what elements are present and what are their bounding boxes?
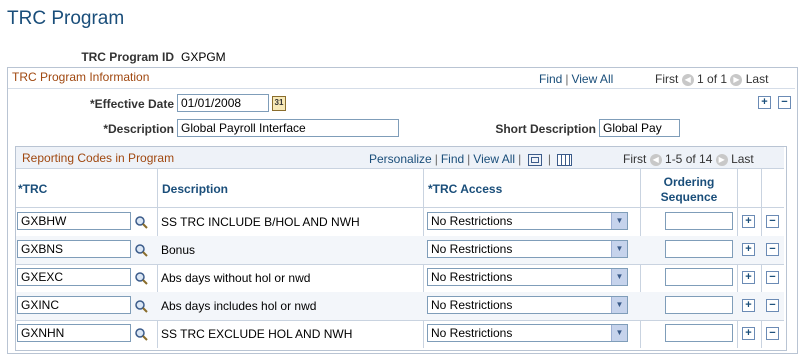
download-grid-icon[interactable] bbox=[557, 153, 573, 166]
add-row-button[interactable]: + bbox=[742, 327, 755, 340]
effective-date-label: *Effective Date bbox=[89, 97, 174, 111]
add-row-button[interactable]: + bbox=[742, 215, 755, 228]
chevron-down-icon[interactable]: ▼ bbox=[611, 241, 627, 257]
trc-access-select[interactable]: No Restrictions ▼ bbox=[427, 324, 628, 342]
column-header-trc[interactable]: *TRC bbox=[18, 182, 47, 196]
column-header-description[interactable]: Description bbox=[162, 182, 228, 196]
trc-input[interactable]: GXNHN bbox=[17, 324, 131, 342]
program-id-value: GXPGM bbox=[181, 50, 226, 64]
grid-title: Reporting Codes in Program bbox=[22, 151, 175, 165]
trc-input[interactable]: GXBNS bbox=[17, 240, 131, 258]
delete-row-button[interactable]: − bbox=[778, 96, 791, 109]
trc-access-select[interactable]: No Restrictions ▼ bbox=[427, 240, 628, 258]
lookup-icon[interactable] bbox=[134, 243, 148, 257]
page-title: TRC Program bbox=[7, 8, 125, 29]
chevron-down-icon[interactable]: ▼ bbox=[611, 325, 627, 341]
previous-icon[interactable]: ◀ bbox=[681, 73, 694, 86]
calendar-icon[interactable]: 31 bbox=[272, 96, 286, 111]
info-first-label: First bbox=[655, 72, 679, 86]
grid-first-label: First bbox=[623, 152, 647, 166]
ordering-sequence-input[interactable] bbox=[665, 268, 733, 286]
ordering-sequence-input[interactable] bbox=[665, 324, 733, 342]
column-header-ordering-sequence[interactable]: Ordering Sequence bbox=[641, 175, 737, 205]
trc-access-value: No Restrictions bbox=[431, 326, 513, 340]
trc-access-value: No Restrictions bbox=[431, 214, 513, 228]
personalize-link[interactable]: Personalize bbox=[369, 152, 432, 166]
chevron-down-icon[interactable]: ▼ bbox=[611, 297, 627, 313]
trc-description: SS TRC INCLUDE B/HOL AND NWH bbox=[161, 215, 360, 229]
delete-row-button[interactable]: − bbox=[766, 243, 779, 256]
delete-row-button[interactable]: − bbox=[766, 215, 779, 228]
previous-icon[interactable]: ◀ bbox=[649, 153, 662, 166]
lookup-icon[interactable] bbox=[134, 271, 148, 285]
ordering-label: Ordering bbox=[663, 175, 715, 189]
lookup-icon[interactable] bbox=[134, 327, 148, 341]
trc-description: Bonus bbox=[161, 243, 196, 257]
info-view-all-link[interactable]: View All bbox=[571, 72, 613, 86]
trc-description: Abs days includes hol or nwd bbox=[161, 299, 317, 313]
lookup-icon[interactable] bbox=[134, 215, 148, 229]
trc-description: Abs days without hol or nwd bbox=[161, 271, 311, 285]
grid-nav: Personalize | Find | View All | | bbox=[369, 152, 573, 166]
delete-row-button[interactable]: − bbox=[766, 327, 779, 340]
info-section-nav: Find | View All bbox=[539, 72, 614, 86]
trc-input[interactable]: GXEXC bbox=[17, 268, 131, 286]
add-row-button[interactable]: + bbox=[742, 299, 755, 312]
info-pager: First ◀ 1 of 1 ▶ Last bbox=[655, 72, 768, 86]
ordering-sequence-input[interactable] bbox=[665, 296, 733, 314]
trc-access-select[interactable]: No Restrictions ▼ bbox=[427, 268, 628, 286]
new-window-icon[interactable] bbox=[527, 153, 542, 166]
info-find-link[interactable]: Find bbox=[539, 72, 562, 86]
chevron-down-icon[interactable]: ▼ bbox=[611, 269, 627, 285]
grid-find-link[interactable]: Find bbox=[441, 152, 464, 166]
trc-description: SS TRC EXCLUDE HOL AND NWH bbox=[161, 327, 353, 341]
info-range: 1 of 1 bbox=[697, 72, 728, 86]
next-icon[interactable]: ▶ bbox=[715, 153, 728, 166]
delete-row-button[interactable]: − bbox=[766, 299, 779, 312]
add-row-button[interactable]: + bbox=[742, 243, 755, 256]
grid-view-all-link[interactable]: View All bbox=[473, 152, 515, 166]
trc-input[interactable]: GXBHW bbox=[17, 212, 131, 230]
program-id-label: TRC Program ID bbox=[81, 50, 174, 64]
ordering-sequence-input[interactable] bbox=[665, 240, 733, 258]
sequence-label: Sequence bbox=[660, 190, 718, 204]
ordering-sequence-input[interactable] bbox=[665, 212, 733, 230]
delete-row-button[interactable]: − bbox=[766, 271, 779, 284]
description-label: *Description bbox=[103, 122, 174, 136]
grid-range: 1-5 of 14 bbox=[665, 152, 713, 166]
trc-access-select[interactable]: No Restrictions ▼ bbox=[427, 212, 628, 230]
info-last-label: Last bbox=[745, 72, 769, 86]
short-description-label: Short Description bbox=[495, 122, 596, 136]
add-row-button[interactable]: + bbox=[742, 271, 755, 284]
grid-pager: First ◀ 1-5 of 14 ▶ Last bbox=[623, 152, 754, 166]
chevron-down-icon[interactable]: ▼ bbox=[611, 213, 627, 229]
trc-access-value: No Restrictions bbox=[431, 270, 513, 284]
grid-last-label: Last bbox=[731, 152, 754, 166]
next-icon[interactable]: ▶ bbox=[730, 73, 743, 86]
add-row-button[interactable]: + bbox=[758, 96, 771, 109]
effective-date-field[interactable]: 01/01/2008 bbox=[177, 94, 269, 112]
trc-access-value: No Restrictions bbox=[431, 298, 513, 312]
info-section-title: TRC Program Information bbox=[12, 70, 150, 84]
lookup-icon[interactable] bbox=[134, 299, 148, 313]
trc-access-value: No Restrictions bbox=[431, 242, 513, 256]
description-field[interactable]: Global Payroll Interface bbox=[177, 119, 399, 137]
trc-input[interactable]: GXINC bbox=[17, 296, 131, 314]
trc-access-select[interactable]: No Restrictions ▼ bbox=[427, 296, 628, 314]
short-description-field[interactable]: Global Pay bbox=[599, 119, 680, 137]
column-header-trc-access[interactable]: *TRC Access bbox=[428, 182, 502, 196]
